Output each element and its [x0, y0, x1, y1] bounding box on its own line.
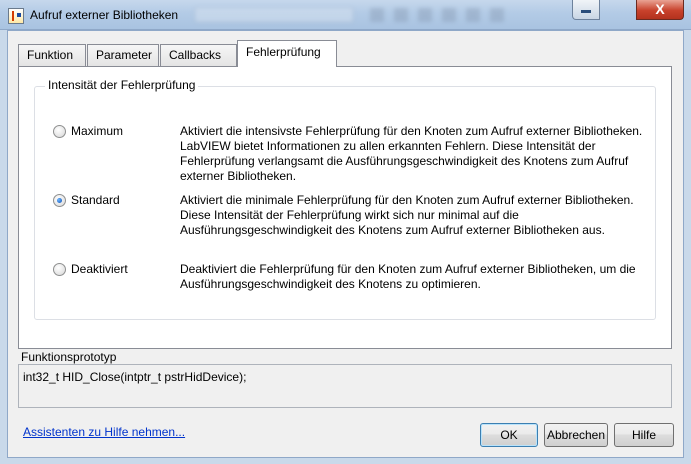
- background-toolbar-icon: [442, 8, 456, 22]
- background-toolbar-icon: [418, 8, 432, 22]
- background-toolbar-icon: [466, 8, 480, 22]
- radio-standard[interactable]: [53, 194, 66, 207]
- background-font-selector: [194, 7, 354, 23]
- prototype-box: int32_t HID_Close(intptr_t pstrHidDevice…: [18, 364, 672, 408]
- option-description-deaktiviert: Deaktiviert die Fehlerprüfung für den Kn…: [180, 262, 636, 291]
- title-bar[interactable]: Aufruf externer Bibliotheken X: [0, 0, 691, 30]
- close-icon[interactable]: X: [636, 0, 684, 20]
- option-label-maximum[interactable]: Maximum: [71, 124, 123, 138]
- ok-button[interactable]: OK: [480, 423, 538, 447]
- help-button[interactable]: Hilfe: [614, 423, 674, 447]
- window-title: Aufruf externer Bibliotheken: [30, 8, 179, 22]
- tab-parameter[interactable]: Parameter: [87, 44, 159, 66]
- background-toolbar-icon: [394, 8, 408, 22]
- assistant-help-link[interactable]: Assistenten zu Hilfe nehmen...: [23, 425, 185, 439]
- prototype-label: Funktionsprototyp: [21, 350, 117, 364]
- option-label-deaktiviert[interactable]: Deaktiviert: [71, 262, 128, 276]
- background-toolbar-icon: [490, 8, 504, 22]
- dialog-client: Funktion Parameter Callbacks Fehlerprüfu…: [7, 30, 684, 458]
- tab-funktion[interactable]: Funktion: [18, 44, 86, 66]
- tab-panel-fehlerpruefung: Intensität der Fehlerprüfung Maximum Akt…: [18, 66, 672, 349]
- labview-app-icon: [8, 8, 24, 24]
- background-toolbar-blur: [180, 5, 570, 25]
- prototype-text: int32_t HID_Close(intptr_t pstrHidDevice…: [23, 370, 247, 384]
- tab-callbacks[interactable]: Callbacks: [160, 44, 237, 66]
- cancel-button[interactable]: Abbrechen: [544, 423, 608, 447]
- option-description-maximum: Aktiviert die intensivste Fehlerprüfung …: [180, 124, 643, 183]
- minimize-icon[interactable]: [572, 0, 600, 20]
- radio-deaktiviert[interactable]: [53, 263, 66, 276]
- option-description-standard: Aktiviert die minimale Fehlerprüfung für…: [180, 193, 634, 237]
- radio-maximum[interactable]: [53, 125, 66, 138]
- option-label-standard[interactable]: Standard: [71, 193, 120, 207]
- tab-fehlerpruefung[interactable]: Fehlerprüfung: [237, 40, 337, 67]
- group-title: Intensität der Fehlerprüfung: [45, 78, 199, 92]
- background-toolbar-icon: [370, 8, 384, 22]
- error-checking-group: Intensität der Fehlerprüfung Maximum Akt…: [34, 78, 656, 320]
